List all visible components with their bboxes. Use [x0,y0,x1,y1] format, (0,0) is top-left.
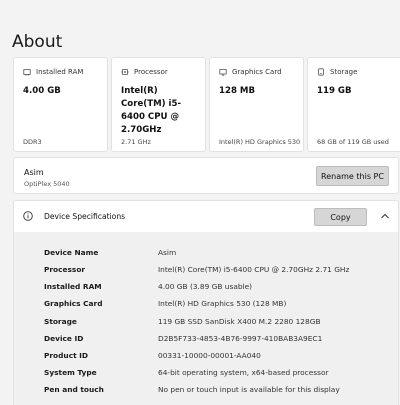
spec-label: Graphics Card [44,299,103,308]
card-header: Installed RAM [23,68,83,76]
ram-icon [23,69,31,76]
card-label: Installed RAM [36,68,84,76]
specifications-title: Device Specifications [44,212,126,221]
spec-row-system-type: System Type 64-bit operating system, x64… [44,368,384,380]
spec-value: No pen or touch input is available for t… [158,385,340,394]
spec-row-device-name: Device Name Asim [44,248,384,260]
spec-label: Device Name [44,248,99,257]
chevron-up-icon[interactable] [380,212,390,220]
rename-pc-button[interactable]: Rename this PC [316,166,389,186]
spec-row-storage: Storage 119 GB SSD SanDisk X400 M.2 2280… [44,317,384,329]
spec-label: Device ID [44,334,84,343]
card-value: 4.00 GB [23,86,61,96]
spec-row-device-id: Device ID D2B5F733-4853-4B76-9997-410BAB… [44,334,384,346]
spec-row-graphics-card: Graphics Card Intel(R) HD Graphics 530 (… [44,299,384,311]
card-storage: Storage 119 GB 68 GB of 119 GB used [307,57,400,152]
device-model: OptiPlex 5040 [24,180,70,188]
spec-label: Pen and touch [44,385,104,394]
device-name-row: Asim OptiPlex 5040 Rename this PC [13,157,399,194]
card-value: 128 MB [219,86,256,96]
spec-label: System Type [44,368,97,377]
spec-label: Storage [44,317,77,326]
spec-value: D2B5F733-4853-4B76-9997-410BAB3A9EC1 [158,334,323,343]
card-header: Graphics Card [219,68,282,76]
card-header: Processor [121,68,168,76]
spec-row-processor: Processor Intel(R) Core(TM) i5-6400 CPU … [44,265,384,277]
spec-row-product-id: Product ID 00331-10000-00001-AA040 [44,351,384,363]
info-icon [23,211,33,221]
card-value: Intel(R) Core(TM) i5-6400 CPU @ 2.70GHz [121,86,182,135]
card-graphics: Graphics Card 128 MB Intel(R) HD Graphic… [209,57,304,152]
about-page: About Installed RAM 4.00 GB DDR3 Process… [0,0,400,405]
spec-value: Asim [158,248,177,257]
spec-row-pen-and-touch: Pen and touch No pen or touch input is a… [44,385,384,397]
card-subtext: 2.71 GHz [121,138,151,146]
card-subtext: Intel(R) HD Graphics 530 [219,138,301,146]
storage-icon [318,68,324,76]
card-label: Processor [134,68,168,76]
device-name: Asim [24,168,44,177]
graphics-card-icon [219,69,227,76]
processor-icon [121,69,129,75]
card-subtext: 68 GB of 119 GB used [317,138,389,146]
device-specifications-table: Device Name Asim Processor Intel(R) Core… [13,232,399,405]
spec-value: Intel(R) HD Graphics 530 (128 MB) [158,299,287,308]
spec-label: Installed RAM [44,282,102,291]
page-title: About [12,32,63,52]
card-value: 119 GB [317,86,352,96]
card-processor: Processor Intel(R) Core(TM) i5-6400 CPU … [111,57,206,152]
copy-button[interactable]: Copy [314,208,367,226]
device-specifications-header[interactable]: Device Specifications Copy [13,200,399,232]
card-installed-ram: Installed RAM 4.00 GB DDR3 [13,57,108,152]
spec-label: Product ID [44,351,89,360]
spec-label: Processor [44,265,86,274]
spec-value: 4.00 GB (3.89 GB usable) [158,282,253,291]
spec-value: 119 GB SSD SanDisk X400 M.2 2280 128GB [158,317,321,326]
spec-value: 64-bit operating system, x64-based proce… [158,368,329,377]
card-label: Storage [330,68,358,76]
card-header: Storage [317,68,357,76]
card-label: Graphics Card [232,68,282,76]
spec-value: 00331-10000-00001-AA040 [158,351,261,360]
spec-row-installed-ram: Installed RAM 4.00 GB (3.89 GB usable) [44,282,384,294]
spec-value: Intel(R) Core(TM) i5-6400 CPU @ 2.70GHz … [158,265,350,274]
summary-cards: Installed RAM 4.00 GB DDR3 Processor Int… [13,57,400,152]
card-subtext: DDR3 [23,138,42,146]
